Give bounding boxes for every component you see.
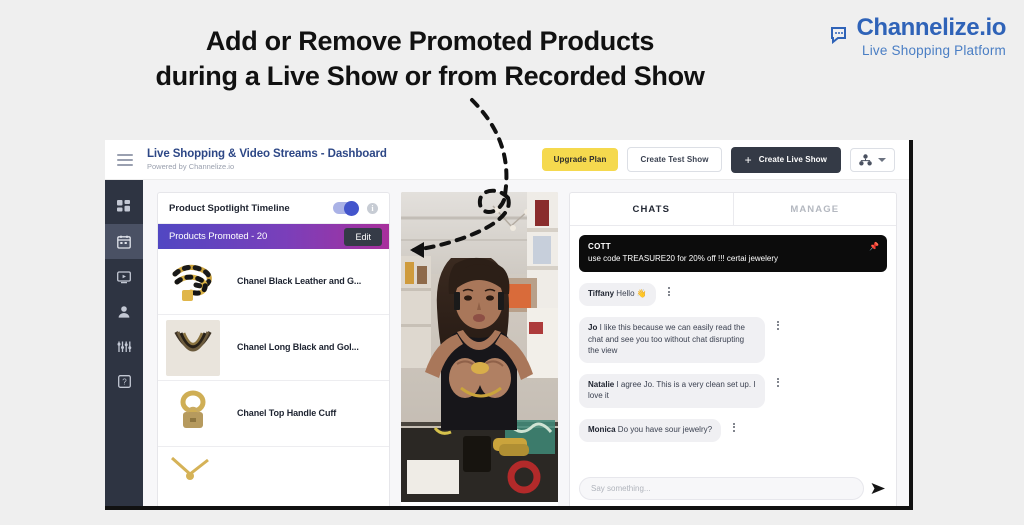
products-promoted-label: Products Promoted - 20 — [169, 231, 268, 242]
app-title: Live Shopping & Video Streams - Dashboar… — [147, 148, 387, 160]
message-author: Jo — [588, 322, 598, 332]
pinned-message[interactable]: 📌 COTT use code TREASURE20 for 20% off !… — [579, 235, 887, 273]
chat-composer — [570, 471, 896, 506]
chat-message: Monica Do you have sour jewelry? — [579, 418, 722, 442]
product-name: Chanel Top Handle Cuff — [237, 407, 337, 418]
message-author: Natalie — [588, 379, 615, 389]
page-title: Add or Remove Promoted Products during a… — [0, 24, 860, 93]
message-menu-icon[interactable] — [771, 320, 785, 330]
org-chart-icon — [859, 153, 872, 165]
headline-line-2: during a Live Show or from Recorded Show — [155, 60, 705, 91]
send-icon[interactable] — [871, 482, 886, 495]
list-item[interactable]: Chanel Long Black and Gol... — [158, 315, 389, 381]
app-subtitle: Powered by Channelize.io — [147, 162, 235, 171]
list-item: Jo I like this because we can easily rea… — [579, 316, 887, 363]
main-content: Product Spotlight Timeline i Products Pr… — [143, 180, 909, 506]
product-thumbnail — [166, 319, 220, 376]
create-test-show-button[interactable]: Create Test Show — [627, 147, 722, 172]
brand-name-label: Channelize.io — [856, 14, 1007, 41]
sidebar-item-settings[interactable] — [105, 329, 143, 364]
list-item: Natalie I agree Jo. This is a very clean… — [579, 373, 887, 408]
video-frame — [401, 192, 558, 506]
calendar-icon — [117, 235, 131, 249]
tab-chats[interactable]: CHATS — [570, 193, 734, 225]
product-thumbnail — [166, 385, 220, 442]
message-menu-icon[interactable] — [771, 377, 785, 387]
pinned-text: use code TREASURE20 for 20% off !!! cert… — [588, 254, 779, 263]
tab-manage[interactable]: MANAGE — [734, 193, 897, 225]
chat-message: Jo I like this because we can easily rea… — [579, 316, 765, 363]
sidebar-item-help[interactable]: ? — [105, 364, 143, 399]
message-menu-icon[interactable] — [727, 422, 741, 432]
product-spotlight-panel: Product Spotlight Timeline i Products Pr… — [157, 192, 390, 506]
list-item[interactable]: Chanel Top Handle Cuff — [158, 381, 389, 447]
headline-line-1: Add or Remove Promoted Products — [205, 26, 655, 56]
hamburger-menu-icon[interactable] — [117, 153, 133, 166]
toggle-knob — [344, 200, 359, 216]
person-icon — [118, 305, 130, 318]
message-text: Hello 👋 — [614, 289, 647, 299]
list-item: Tiffany Hello 👋 — [579, 283, 887, 306]
pin-icon: 📌 — [869, 242, 879, 251]
products-promoted-bar: Products Promoted - 20 Edit — [158, 224, 389, 249]
create-live-show-button[interactable]: + Create Live Show — [730, 146, 841, 173]
message-text: Do you have sour jewelry? — [615, 424, 713, 434]
chat-message: Natalie I agree Jo. This is a very clean… — [579, 373, 765, 408]
brand-name-text: Channelize.io — [831, 14, 1007, 44]
message-author: Tiffany — [588, 289, 615, 299]
chevron-down-icon — [878, 157, 886, 162]
app-title-block: Live Shopping & Video Streams - Dashboar… — [147, 148, 542, 171]
sidebar-item-users[interactable] — [105, 294, 143, 329]
product-name: Chanel Long Black and Gol... — [237, 341, 359, 352]
spotlight-toggle[interactable] — [333, 200, 359, 216]
product-list[interactable]: Chanel Black Leather and G... Chanel Lon… — [158, 249, 389, 506]
sidebar-item-calendar[interactable] — [105, 224, 143, 259]
list-item[interactable] — [158, 447, 389, 506]
spotlight-title: Product Spotlight Timeline — [169, 202, 290, 214]
message-text: I agree Jo. This is a very clean set up.… — [588, 379, 756, 401]
pinned-author: COTT — [588, 242, 611, 251]
chat-bubble-icon — [831, 24, 851, 44]
dashboard-screenshot-frame: Live Shopping & Video Streams - Dashboar… — [105, 140, 913, 510]
live-video-player[interactable] — [401, 192, 558, 506]
sidebar-item-dashboard[interactable] — [105, 189, 143, 224]
chat-panel: CHATS MANAGE 📌 COTT use code TREASURE20 … — [569, 192, 897, 506]
left-sidebar: ? — [105, 180, 143, 506]
chat-message: Tiffany Hello 👋 — [579, 283, 656, 306]
product-thumbnail — [166, 253, 220, 310]
edit-button[interactable]: Edit — [344, 227, 382, 246]
list-item[interactable]: Chanel Black Leather and G... — [158, 249, 389, 315]
upgrade-plan-button[interactable]: Upgrade Plan — [541, 148, 619, 171]
svg-text:?: ? — [122, 377, 127, 386]
plus-icon: + — [744, 152, 752, 167]
dashboard-grid-icon — [117, 199, 130, 211]
list-item: Monica Do you have sour jewelry? — [579, 418, 887, 442]
brand-tagline: Live Shopping Platform — [862, 43, 1006, 58]
info-icon[interactable]: i — [367, 202, 378, 214]
help-question-icon: ? — [117, 375, 131, 388]
account-menu-button[interactable] — [850, 147, 895, 172]
app-topbar: Live Shopping & Video Streams - Dashboar… — [105, 140, 909, 180]
chat-tabs: CHATS MANAGE — [570, 193, 896, 226]
topbar-actions: Upgrade Plan Create Test Show + Create L… — [541, 146, 895, 173]
chat-message-list[interactable]: 📌 COTT use code TREASURE20 for 20% off !… — [570, 226, 896, 471]
product-name: Chanel Black Leather and G... — [237, 275, 362, 286]
product-thumbnail — [166, 451, 220, 506]
app-body: ? Product Spotlight Timeline i Products … — [105, 180, 909, 506]
brand-logo: Channelize.io Live Shopping Platform — [831, 14, 1007, 58]
sidebar-item-videos[interactable] — [105, 259, 143, 294]
message-author: Monica — [588, 424, 616, 434]
video-play-icon — [117, 270, 131, 283]
spotlight-header: Product Spotlight Timeline i — [158, 193, 389, 224]
chat-input[interactable] — [579, 477, 864, 500]
create-live-show-label: Create Live Show — [758, 155, 827, 164]
message-menu-icon[interactable] — [662, 287, 676, 297]
sliders-icon — [117, 341, 131, 352]
message-text: I like this because we can easily read t… — [588, 322, 745, 356]
